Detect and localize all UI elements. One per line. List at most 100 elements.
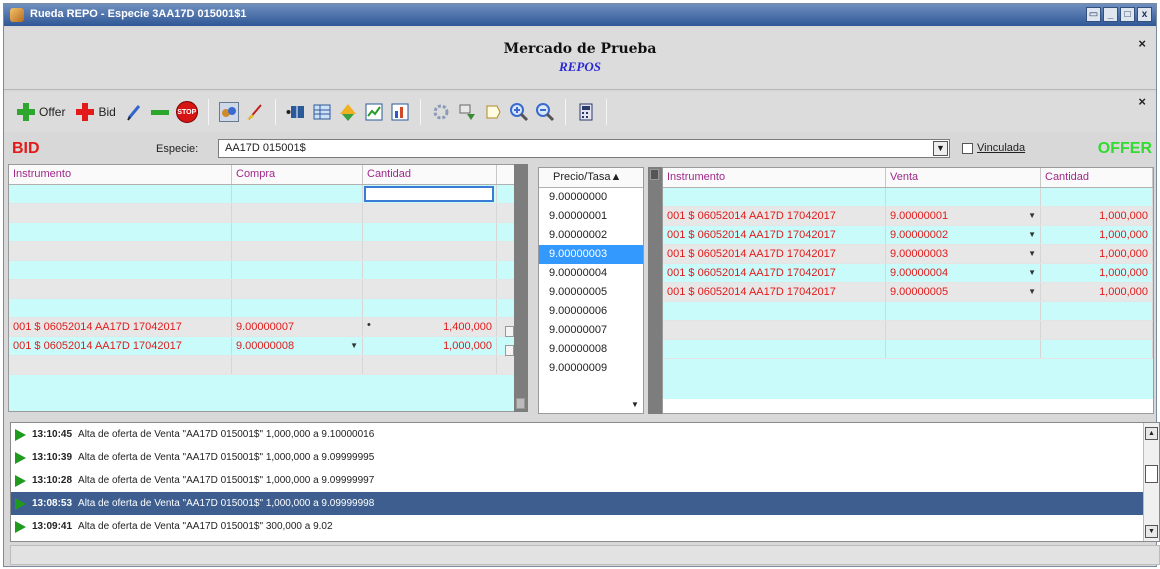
- toolbar-close-icon[interactable]: ×: [1138, 94, 1146, 109]
- especie-select[interactable]: AA17D 015001$ ▼: [218, 139, 950, 158]
- chevron-down-icon[interactable]: ▼: [1028, 287, 1036, 296]
- bid-scrollbar[interactable]: [514, 164, 528, 412]
- price-item-selected[interactable]: 9.00000003: [539, 245, 643, 264]
- offer-button[interactable]: Offer: [14, 99, 67, 125]
- broom-icon[interactable]: [245, 102, 265, 122]
- tag-icon[interactable]: [483, 102, 503, 122]
- table-row[interactable]: [663, 321, 1153, 340]
- table-row[interactable]: [9, 261, 515, 280]
- pyramid-icon[interactable]: [338, 102, 358, 122]
- quantity-input[interactable]: [364, 186, 494, 202]
- table-row[interactable]: [663, 302, 1153, 321]
- table-row[interactable]: 001 $ 06052014 AA17D 17042017 9.00000004…: [663, 264, 1153, 283]
- instrument-cell: 001 $ 06052014 AA17D 17042017: [663, 207, 886, 225]
- price-item[interactable]: 9.00000006: [539, 302, 643, 321]
- table-row[interactable]: 001 $ 06052014 AA17D 17042017 9.00000007…: [9, 318, 515, 337]
- zoom-in-icon[interactable]: [509, 102, 529, 122]
- trash-icon[interactable]: [516, 398, 525, 409]
- column-header[interactable]: Compra: [232, 165, 363, 184]
- restore-button[interactable]: ▭: [1086, 7, 1101, 22]
- column-header[interactable]: Instrumento: [9, 165, 232, 184]
- table-empty-area: [663, 359, 1153, 399]
- chevron-down-icon[interactable]: ▼: [1028, 211, 1036, 220]
- log-entry-selected[interactable]: 13:08:53 Alta de oferta de Venta "AA17D …: [11, 492, 1159, 515]
- column-handle-icon[interactable]: [650, 169, 659, 180]
- chevron-down-icon[interactable]: ▼: [1028, 268, 1036, 277]
- toolbar-separator: [564, 99, 566, 125]
- zoom-out-icon[interactable]: [535, 102, 555, 122]
- table-row[interactable]: [9, 223, 515, 242]
- chevron-down-icon[interactable]: ▼: [1028, 230, 1036, 239]
- add-green-icon: [16, 102, 36, 122]
- chevron-down-icon[interactable]: ▼: [350, 341, 358, 350]
- price-item[interactable]: 9.00000009: [539, 359, 643, 378]
- scroll-up-icon[interactable]: ▲: [1145, 427, 1158, 440]
- table-row[interactable]: 001 $ 06052014 AA17D 17042017 9.00000002…: [663, 226, 1153, 245]
- table-row[interactable]: [9, 280, 515, 299]
- table-row[interactable]: 001 $ 06052014 AA17D 17042017 9.00000001…: [663, 207, 1153, 226]
- offer-side-label: OFFER: [1097, 140, 1152, 157]
- title-bar[interactable]: Rueda REPO - Especie 3AA17D 015001$1 ▭ _…: [4, 4, 1156, 26]
- price-header[interactable]: Precio/Tasa▲: [539, 168, 643, 188]
- log-scrollbar[interactable]: ▲ ▼: [1143, 423, 1159, 541]
- log-entry[interactable]: 13:09:41 Alta de oferta de Venta "AA17D …: [11, 515, 1159, 538]
- table-row[interactable]: 001 $ 06052014 AA17D 17042017 9.00000008…: [9, 337, 515, 356]
- maximize-button[interactable]: □: [1120, 7, 1135, 22]
- gear-icon[interactable]: [431, 102, 451, 122]
- price-item[interactable]: 9.00000007: [539, 321, 643, 340]
- checkbox-box[interactable]: [962, 142, 973, 154]
- table-row[interactable]: 001 $ 06052014 AA17D 17042017 9.00000005…: [663, 283, 1153, 302]
- price-item[interactable]: 9.00000005: [539, 283, 643, 302]
- transfer-icon[interactable]: [457, 102, 477, 122]
- stop-icon[interactable]: STOP: [175, 101, 198, 123]
- log-time: 13:10:45: [32, 429, 73, 440]
- offer-scrollbar[interactable]: [648, 167, 662, 414]
- line-chart-icon[interactable]: [364, 102, 384, 122]
- table-row[interactable]: [663, 188, 1153, 207]
- grid-icon[interactable]: [312, 102, 332, 122]
- cantidad-cell: 1,000,000: [363, 337, 497, 355]
- chevron-down-icon[interactable]: ▼: [1028, 249, 1036, 258]
- price-item[interactable]: 9.00000002: [539, 226, 643, 245]
- handshake-icon[interactable]: [218, 102, 239, 122]
- window-close-button[interactable]: x: [1137, 7, 1152, 22]
- chevron-down-icon[interactable]: ▼: [631, 400, 639, 409]
- calculator-icon[interactable]: [576, 102, 596, 122]
- price-item[interactable]: 9.00000001: [539, 207, 643, 226]
- remove-icon[interactable]: [150, 102, 170, 122]
- pencil-icon[interactable]: [124, 102, 144, 122]
- log-entry[interactable]: 13:10:45 Alta de oferta de Venta "AA17D …: [11, 423, 1159, 446]
- vinculada-checkbox[interactable]: Vinculada: [962, 142, 1025, 154]
- venta-cell: 9.00000005: [890, 286, 949, 298]
- venta-cell: 9.00000002: [890, 229, 949, 241]
- price-item[interactable]: 9.00000008: [539, 340, 643, 359]
- chevron-down-icon[interactable]: ▼: [933, 141, 948, 156]
- bar-chart-icon[interactable]: [390, 102, 410, 122]
- scroll-down-icon[interactable]: ▼: [1145, 525, 1158, 538]
- log-entry[interactable]: 13:10:39 Alta de oferta de Venta "AA17D …: [11, 446, 1159, 469]
- column-header[interactable]: Cantidad: [1041, 168, 1153, 187]
- scroll-thumb[interactable]: [1145, 465, 1158, 483]
- price-item[interactable]: 9.00000000: [539, 188, 643, 207]
- cantidad-cell: 1,000,000: [1041, 245, 1153, 263]
- table-row[interactable]: [9, 185, 515, 204]
- toolbar-separator: [605, 99, 607, 125]
- insert-column-icon[interactable]: [286, 102, 306, 122]
- table-row[interactable]: [9, 299, 515, 318]
- table-row[interactable]: [9, 204, 515, 223]
- log-time: 13:10:39: [32, 452, 73, 463]
- column-header[interactable]: Instrumento: [663, 168, 886, 187]
- bid-table: Instrumento Compra Cantidad 001 $ 060520…: [8, 164, 516, 412]
- bid-button[interactable]: Bid: [73, 99, 117, 125]
- repo-window: Rueda REPO - Especie 3AA17D 015001$1 ▭ _…: [3, 3, 1160, 567]
- column-header[interactable]: Venta: [886, 168, 1041, 187]
- column-header[interactable]: Cantidad: [363, 165, 497, 184]
- minimize-button[interactable]: _: [1103, 7, 1118, 22]
- table-row[interactable]: [9, 356, 515, 375]
- price-item[interactable]: 9.00000004: [539, 264, 643, 283]
- table-row[interactable]: 001 $ 06052014 AA17D 17042017 9.00000003…: [663, 245, 1153, 264]
- header-close-icon[interactable]: ×: [1138, 36, 1146, 51]
- table-row[interactable]: [9, 242, 515, 261]
- log-entry[interactable]: 13:10:28 Alta de oferta de Venta "AA17D …: [11, 469, 1159, 492]
- table-row[interactable]: [663, 340, 1153, 359]
